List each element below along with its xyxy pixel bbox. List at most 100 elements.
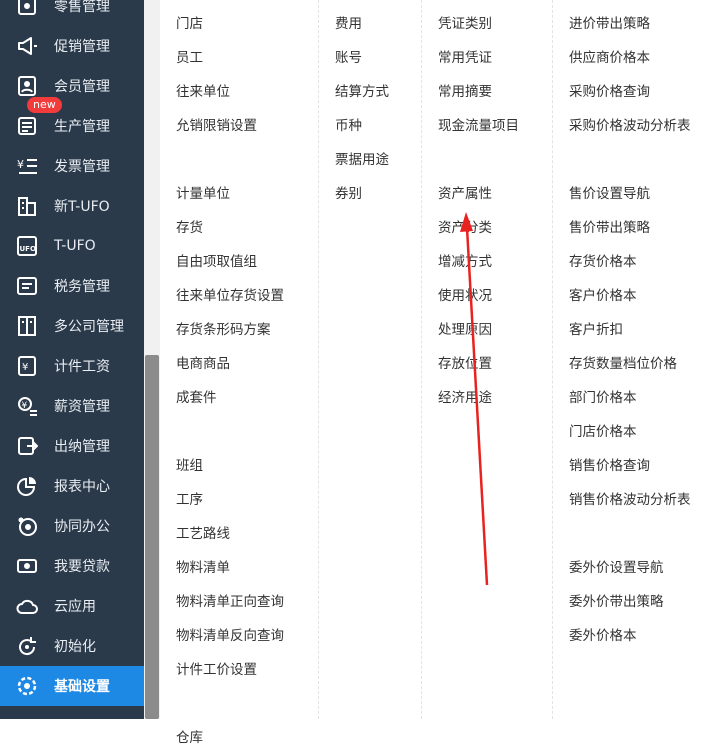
sidebar-item[interactable]: 基础设置: [0, 666, 144, 706]
menu-link[interactable]: 售价设置导航: [569, 185, 650, 203]
sidebar-item-label: 出纳管理: [54, 439, 110, 455]
menu-link[interactable]: 使用状况: [438, 287, 492, 305]
menu-link[interactable]: 计量单位: [176, 185, 230, 203]
menu-link[interactable]: 客户价格本: [569, 287, 637, 305]
sidebar-item[interactable]: ¥ 发票管理: [0, 146, 144, 186]
sidebar-item-label: 发票管理: [54, 159, 110, 175]
menu-link[interactable]: 部门价格本: [569, 389, 637, 407]
sidebar-item-label: 我要贷款: [54, 559, 110, 575]
menu-link[interactable]: 供应商价格本: [569, 49, 650, 67]
sidebar-item-label: 协同办公: [54, 519, 110, 535]
menu-link[interactable]: 券别: [335, 185, 362, 203]
menu-link[interactable]: 允销限销设置: [176, 117, 257, 135]
menu-link[interactable]: 存货: [176, 219, 203, 237]
menu-link[interactable]: 币种: [335, 117, 362, 135]
sidebar-item[interactable]: 我要贷款: [0, 546, 144, 586]
sidebar-item-label: 报表中心: [54, 479, 110, 495]
sidebar-item[interactable]: ¥ 薪资管理: [0, 386, 144, 426]
sidebar-item[interactable]: 零售管理: [0, 0, 144, 26]
pie-chart-icon: [16, 475, 38, 497]
sidebar-item-label: 薪资管理: [54, 399, 110, 415]
menu-link[interactable]: 进价带出策略: [569, 15, 650, 33]
menu-link[interactable]: 增减方式: [438, 253, 492, 271]
menu-link[interactable]: 电商商品: [176, 355, 230, 373]
menu-link[interactable]: 往来单位: [176, 83, 230, 101]
menu-link[interactable]: 常用凭证: [438, 49, 492, 67]
sidebar-item-label: 税务管理: [54, 279, 110, 295]
sidebar-item-label: 计件工资: [54, 359, 110, 375]
menu-link[interactable]: 委外价格本: [569, 627, 637, 645]
collaboration-icon: [16, 515, 38, 537]
menu-link[interactable]: 售价带出策略: [569, 219, 650, 237]
sidebar-item-label: 零售管理: [54, 0, 110, 15]
sidebar-item-label: 云应用: [54, 599, 96, 615]
sidebar-item[interactable]: 出纳管理: [0, 426, 144, 466]
menu-link[interactable]: 资产分类: [438, 219, 492, 237]
menu-link[interactable]: 往来单位存货设置: [176, 287, 284, 305]
sidebar-scrollbar-thumb[interactable]: [145, 355, 159, 719]
megaphone-icon: [16, 35, 38, 57]
sidebar-item[interactable]: 报表中心: [0, 466, 144, 506]
menu-link[interactable]: 门店价格本: [569, 423, 637, 441]
sidebar-item[interactable]: 促销管理: [0, 26, 144, 66]
loan-icon: [16, 555, 38, 577]
menu-link[interactable]: 员工: [176, 49, 203, 67]
sidebar-item[interactable]: ¥ 计件工资: [0, 346, 144, 386]
menu-link[interactable]: 委外价设置导航: [569, 559, 664, 577]
sidebar-item[interactable]: UFO T-UFO: [0, 226, 144, 266]
invoice-icon: ¥: [16, 155, 38, 177]
sidebar-item[interactable]: 协同办公: [0, 506, 144, 546]
menu-link[interactable]: 资产属性: [438, 185, 492, 203]
menu-link[interactable]: 委外价带出策略: [569, 593, 664, 611]
menu-link[interactable]: 凭证类别: [438, 15, 492, 33]
menu-link[interactable]: 客户折扣: [569, 321, 623, 339]
menu-link[interactable]: 销售价格查询: [569, 457, 650, 475]
menu-link[interactable]: 采购价格波动分析表: [569, 117, 691, 135]
sidebar-item[interactable]: 生产管理 new: [0, 97, 144, 146]
menu-content: 门店员工往来单位允销限销设置 计量单位存货自由项取值组往来单位存货设置 存货条形码方…: [160, 0, 726, 746]
menu-link[interactable]: 班组: [176, 457, 203, 475]
menu-link[interactable]: 存放位置: [438, 355, 492, 373]
menu-link[interactable]: 工艺路线: [176, 525, 230, 543]
menu-link[interactable]: 结算方式: [335, 83, 389, 101]
column-separator: [318, 0, 319, 719]
sidebar-item[interactable]: 多公司管理: [0, 306, 144, 346]
menu-link[interactable]: 物料清单正向查询: [176, 593, 284, 611]
menu-link[interactable]: 成套件: [176, 389, 217, 407]
salary-icon: ¥: [16, 395, 38, 417]
menu-link[interactable]: 存货数量档位价格: [569, 355, 677, 373]
menu-link[interactable]: 账号: [335, 49, 362, 67]
production-icon: [16, 115, 38, 137]
sidebar-item[interactable]: 会员管理: [0, 66, 144, 106]
menu-link[interactable]: 票据用途: [335, 151, 389, 169]
settings-icon: [16, 675, 38, 697]
member-icon: [16, 75, 38, 97]
menu-link[interactable]: 物料清单反向查询: [176, 627, 284, 645]
menu-link[interactable]: 现金流量项目: [438, 117, 519, 135]
menu-link[interactable]: 存货价格本: [569, 253, 637, 271]
menu-link[interactable]: 常用摘要: [438, 83, 492, 101]
menu-link[interactable]: 门店: [176, 15, 203, 33]
sidebar: 零售管理促销管理 会员管理 生产管理 new ¥ 发票管理新T-UFO UFO T-UFO 税务…: [0, 0, 144, 719]
menu-link[interactable]: 计件工价设置: [176, 661, 257, 679]
menu-link[interactable]: 自由项取值组: [176, 253, 257, 271]
menu-link[interactable]: 采购价格查询: [569, 83, 650, 101]
ufo-icon: UFO: [16, 235, 38, 257]
menu-link[interactable]: 仓库: [176, 729, 203, 747]
column-separator: [421, 0, 422, 719]
menu-link[interactable]: 经济用途: [438, 389, 492, 407]
menu-link[interactable]: 工序: [176, 491, 203, 509]
menu-link[interactable]: 处理原因: [438, 321, 492, 339]
sidebar-item[interactable]: 云应用: [0, 586, 144, 626]
menu-link[interactable]: 费用: [335, 15, 362, 33]
menu-link[interactable]: 物料清单: [176, 559, 230, 577]
sidebar-item[interactable]: 初始化: [0, 626, 144, 666]
refresh-icon: [16, 635, 38, 657]
sidebar-item-label: 基础设置: [54, 679, 110, 695]
svg-text:UFO: UFO: [20, 245, 36, 253]
menu-link[interactable]: 存货条形码方案: [176, 321, 271, 339]
sidebar-item[interactable]: 税务管理: [0, 266, 144, 306]
menu-link[interactable]: 销售价格波动分析表: [569, 491, 691, 509]
sidebar-item[interactable]: 新T-UFO: [0, 186, 144, 226]
multi-company-icon: [16, 315, 38, 337]
